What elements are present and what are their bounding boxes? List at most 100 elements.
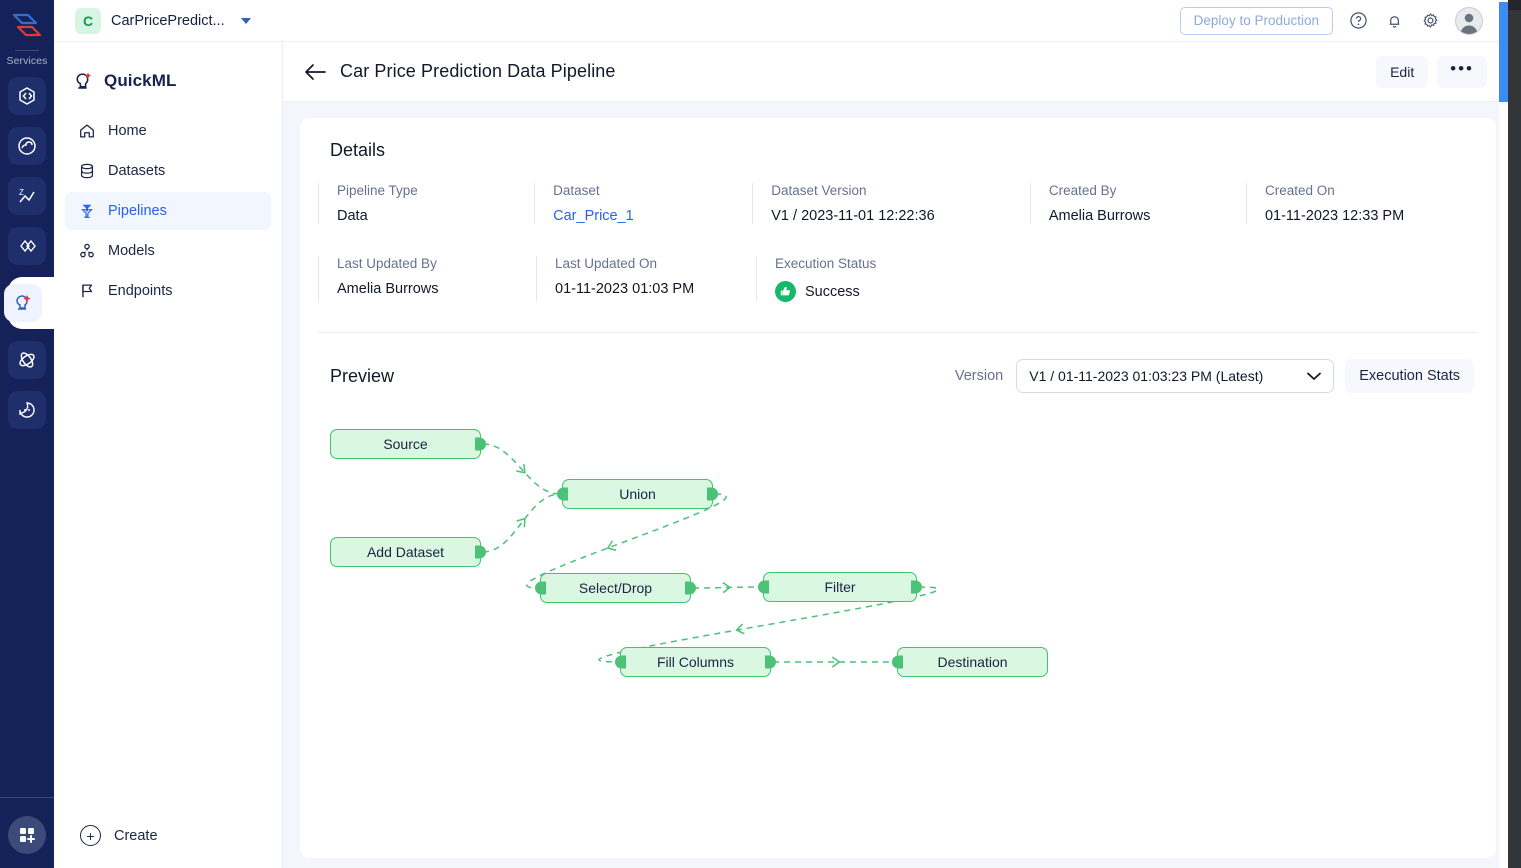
sidebar-item-endpoints[interactable]: Endpoints — [65, 272, 271, 310]
chat-service-icon[interactable] — [8, 391, 46, 429]
service-rail: Services Z — [0, 0, 54, 868]
brand-name: QuickML — [104, 71, 177, 90]
user-avatar[interactable] — [1455, 6, 1483, 35]
zoho-logo-icon[interactable] — [6, 6, 48, 48]
sidebar-item-label: Home — [108, 123, 147, 139]
catalyst-service-icon[interactable] — [8, 227, 46, 265]
version-label: Version — [954, 368, 1004, 384]
pipeline-node-label: Add Dataset — [366, 544, 445, 560]
pipeline-node-label: Select/Drop — [578, 580, 653, 596]
edit-button[interactable]: Edit — [1376, 55, 1429, 88]
page-header: Car Price Prediction Data Pipeline Edit … — [283, 42, 1508, 102]
product-sidebar: QuickML Home Datasets Pipelines Models E… — [54, 42, 283, 868]
chevron-down-icon — [240, 17, 251, 24]
node-input-port[interactable] — [557, 487, 568, 501]
status-label: Success — [805, 283, 860, 300]
preview-header: Preview Version V1 / 01-11-2023 01:03:23… — [300, 333, 1496, 393]
pipeline-node-select-drop[interactable]: Select/Drop — [535, 573, 696, 603]
help-icon[interactable] — [1347, 10, 1369, 32]
detail-label: Execution Status — [775, 256, 877, 271]
preview-section-title: Preview — [330, 365, 395, 386]
quickml-service-icon[interactable] — [4, 284, 42, 322]
detail-label: Dataset Version — [771, 183, 867, 198]
pipeline-node-fill-columns[interactable]: Fill Columns — [615, 647, 776, 677]
project-name: CarPricePredict... — [111, 12, 225, 29]
pipeline-edge-arrow — [606, 540, 617, 551]
browser-edge — [1508, 0, 1521, 868]
pipeline-node-add-dataset[interactable]: Add Dataset — [330, 537, 486, 567]
sidebar-item-pipelines[interactable]: Pipelines — [65, 192, 271, 230]
page-title: Car Price Prediction Data Pipeline — [340, 61, 616, 81]
node-input-port[interactable] — [758, 580, 769, 594]
detail-value: 01-11-2023 12:33 PM — [1264, 208, 1405, 224]
thumbs-up-icon — [775, 281, 796, 302]
page-scroll-track[interactable] — [1499, 0, 1508, 868]
detail-value: V1 / 2023-11-01 12:22:36 — [771, 208, 935, 224]
detail-label: Created By — [1048, 183, 1117, 198]
flag-icon — [77, 282, 96, 301]
detail-value: Data — [337, 208, 368, 224]
browser-edge-top — [1508, 0, 1521, 10]
notifications-icon[interactable] — [1383, 10, 1405, 32]
details-row-1: Pipeline Type Data Dataset Car_Price_1 D… — [318, 183, 1474, 224]
topbar-actions: Deploy to Production — [1179, 6, 1508, 35]
quickml-brand: QuickML — [54, 42, 282, 102]
sidebar-item-label: Models — [108, 243, 155, 259]
pipeline-edges — [482, 443, 939, 668]
preview-controls: Version V1 / 01-11-2023 01:03:23 PM (Lat… — [955, 359, 1474, 393]
code-service-icon[interactable] — [8, 77, 46, 115]
details-section-title: Details — [330, 140, 386, 160]
detail-label: Pipeline Type — [337, 183, 418, 198]
detail-label: Last Updated By — [337, 256, 437, 271]
rail-services-label: Services — [6, 55, 48, 67]
orbit-service-icon[interactable] — [8, 341, 46, 379]
database-icon — [77, 162, 96, 181]
pipeline-node-union[interactable]: Union — [557, 479, 718, 509]
pipeline-node-label: Fill Columns — [656, 654, 734, 670]
details-row-2: Last Updated By Amelia Burrows Last Upda… — [318, 256, 1474, 302]
apps-grid-icon[interactable] — [8, 816, 46, 854]
sidebar-item-datasets[interactable]: Datasets — [65, 152, 271, 190]
execution-stats-button[interactable]: Execution Stats — [1345, 359, 1474, 393]
pipeline-edge-source-to-union — [482, 443, 561, 495]
details-grid: Pipeline Type Data Dataset Car_Price_1 D… — [300, 183, 1496, 302]
sidebar-item-label: Datasets — [108, 163, 166, 179]
settings-gear-icon[interactable] — [1419, 10, 1441, 32]
sidebar-item-models[interactable]: Models — [65, 232, 271, 270]
pipeline-funnel-icon — [77, 202, 96, 221]
pipeline-node-source[interactable]: Source — [330, 429, 486, 459]
version-select[interactable]: V1 / 01-11-2023 01:03:23 PM (Latest) — [1016, 359, 1335, 393]
sidebar-item-home[interactable]: Home — [65, 112, 271, 150]
pipeline-graph[interactable]: Source Add Dataset Union Select/Drop Filter F… — [300, 415, 1496, 815]
rail-bottom — [0, 797, 54, 854]
pipeline-node-destination[interactable]: Destination — [892, 647, 1048, 677]
sidebar-item-label: Endpoints — [108, 283, 173, 299]
pipeline-node-label: Destination — [937, 654, 1008, 670]
detail-dataset: Dataset Car_Price_1 — [534, 183, 752, 224]
project-selector[interactable]: C CarPricePredict... — [54, 7, 251, 34]
node-input-port[interactable] — [892, 655, 903, 669]
create-button[interactable]: + Create — [54, 825, 282, 868]
back-arrow-icon[interactable] — [302, 59, 328, 85]
more-options-button[interactable]: ••• — [1437, 55, 1487, 88]
rail-icon-list: Z — [0, 77, 54, 265]
cloud-service-icon[interactable] — [8, 127, 46, 165]
page-scrollbar-thumb[interactable] — [1499, 2, 1508, 102]
header-actions: Edit ••• — [1376, 55, 1487, 88]
dataset-link[interactable]: Car_Price_1 — [553, 208, 752, 224]
deploy-to-production-button[interactable]: Deploy to Production — [1179, 6, 1333, 35]
sidebar-item-label: Pipelines — [108, 203, 167, 219]
detail-label: Last Updated On — [555, 256, 658, 271]
node-input-port[interactable] — [535, 581, 546, 595]
detail-execution-status: Execution Status Success — [756, 256, 1036, 302]
status-badge: Success — [775, 281, 1036, 302]
chevron-down-icon — [1307, 368, 1322, 384]
analytics-service-icon[interactable]: Z — [8, 177, 46, 215]
node-input-port[interactable] — [615, 655, 626, 669]
pipeline-detail-card: Details Pipeline Type Data Dataset Car_P… — [300, 118, 1496, 858]
pipeline-node-label: Filter — [824, 579, 856, 595]
pipeline-node-filter[interactable]: Filter — [758, 572, 922, 602]
pipeline-edge-add-dataset-to-union — [482, 493, 561, 553]
detail-value: Amelia Burrows — [337, 281, 439, 297]
quickml-service-icon-wrap — [0, 277, 54, 329]
